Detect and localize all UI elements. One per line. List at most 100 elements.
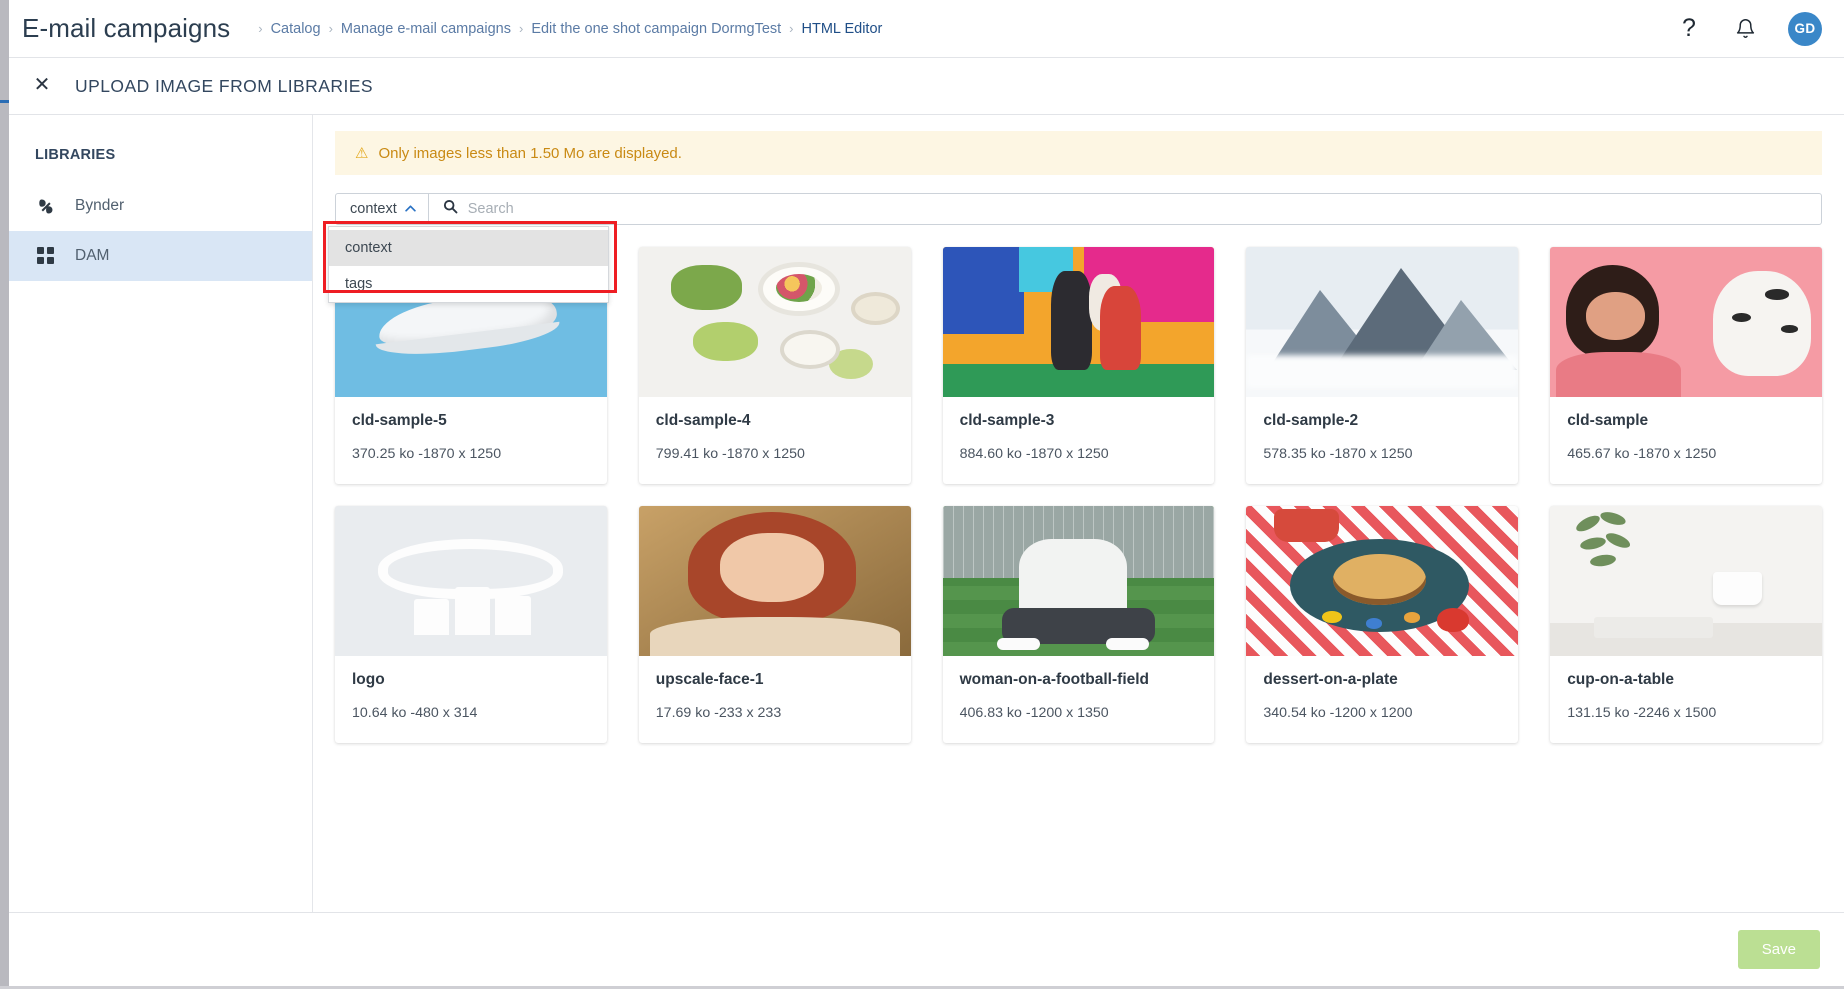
thumbnail-art-dessert: [1246, 505, 1519, 656]
image-thumbnail[interactable]: [942, 505, 1215, 656]
field-option-tags[interactable]: tags: [329, 266, 608, 302]
image-card-body: upscale-face-1 17.69 ko -233 x 233: [639, 656, 911, 743]
sidebar-heading: LIBRARIES: [35, 147, 116, 163]
modal-footer: Save: [9, 912, 1844, 986]
window-scrollbar[interactable]: [0, 0, 9, 989]
image-card[interactable]: cup-on-a-table 131.15 ko -2246 x 1500: [1550, 505, 1822, 743]
image-card[interactable]: cld-sample-4 799.41 ko -1870 x 1250: [638, 247, 911, 484]
thumbnail-art-mountains: [1246, 247, 1519, 397]
thumbnail-art-cup-on-table: [1550, 505, 1822, 656]
image-title: cup-on-a-table: [1567, 670, 1674, 688]
breadcrumb-item-html-editor[interactable]: HTML Editor: [802, 21, 883, 37]
image-card[interactable]: cld-sample 465.67 ko -1870 x 1250: [1550, 247, 1822, 484]
library-content: ⚠ Only images less than 1.50 Mo are disp…: [313, 115, 1844, 912]
close-icon[interactable]: ✕: [31, 75, 53, 97]
image-meta: 10.64 ko -480 x 314: [352, 704, 478, 721]
image-title: cld-sample-5: [352, 412, 447, 429]
save-button[interactable]: Save: [1737, 930, 1820, 969]
image-card-body: woman-on-a-football-field 406.83 ko -120…: [943, 656, 1215, 743]
image-thumbnail[interactable]: [335, 505, 607, 656]
field-option-context[interactable]: context: [329, 230, 608, 266]
breadcrumb-item-manage-campaigns[interactable]: Manage e-mail campaigns: [341, 21, 511, 37]
page-title: E-mail campaigns: [22, 13, 231, 43]
image-thumbnail[interactable]: [638, 247, 911, 397]
image-meta: 340.54 ko -1200 x 1200: [1263, 704, 1413, 721]
warning-triangle-icon: ⚠: [355, 145, 369, 162]
help-icon[interactable]: ?: [1676, 16, 1702, 42]
search-input[interactable]: [467, 201, 1821, 217]
image-card-body: cld-sample 465.67 ko -1870 x 1250: [1550, 397, 1822, 484]
search-field-wrap: [429, 194, 1821, 224]
breadcrumb-item-edit-campaign[interactable]: Edit the one shot campaign DormgTest: [531, 21, 781, 37]
image-card[interactable]: cld-sample-2 578.35 ko -1870 x 1250: [1246, 247, 1519, 484]
sidebar-item-label: Bynder: [75, 197, 125, 214]
image-thumbnail[interactable]: [1246, 505, 1519, 656]
image-thumbnail[interactable]: [638, 505, 911, 656]
sidebar-item-bynder[interactable]: Bynder: [9, 181, 312, 231]
app-window: ⌄ ⌄ E-mail campaigns › Catalog › Manage …: [0, 0, 1844, 989]
breadcrumb-separator: ›: [258, 21, 263, 36]
warning-text: Only images less than 1.50 Mo are displa…: [378, 144, 682, 162]
sidebar-item-dam[interactable]: DAM: [9, 231, 312, 281]
image-meta: 17.69 ko -233 x 233: [655, 704, 782, 721]
field-select-dropdown[interactable]: context tags: [328, 226, 609, 303]
image-title: logo: [352, 670, 385, 688]
breadcrumb-separator: ›: [789, 21, 794, 36]
image-meta: 370.25 ko -1870 x 1250: [352, 445, 502, 462]
image-title: cld-sample: [1567, 412, 1649, 429]
thumbnail-art-breakfast: [638, 247, 911, 397]
modal-header: ✕ UPLOAD IMAGE FROM LIBRARIES: [9, 58, 1844, 115]
search-icon: [443, 199, 458, 219]
avatar[interactable]: GD: [1788, 11, 1822, 46]
image-grid: cld-sample-5 370.25 ko -1870 x 1250 cld-…: [335, 247, 1822, 743]
modal-body: LIBRARIES Bynder DAM ⚠ Only images less …: [9, 115, 1844, 912]
image-title: upscale-face-1: [655, 670, 764, 688]
chevron-up-icon: [405, 204, 416, 215]
size-warning-banner: ⚠ Only images less than 1.50 Mo are disp…: [335, 131, 1822, 175]
topbar-actions: ? GD: [1676, 11, 1844, 46]
image-card-body: cld-sample-4 799.41 ko -1870 x 1250: [639, 397, 911, 484]
modal-title: UPLOAD IMAGE FROM LIBRARIES: [75, 75, 374, 96]
thumbnail-art-portrait: [638, 505, 911, 656]
breadcrumb: › Catalog › Manage e-mail campaigns › Ed…: [250, 21, 882, 37]
image-meta: 131.15 ko -2246 x 1500: [1567, 704, 1717, 721]
bell-glyph: [1736, 19, 1754, 38]
image-card[interactable]: upscale-face-1 17.69 ko -233 x 233: [638, 505, 911, 743]
notifications-bell-icon[interactable]: [1732, 16, 1758, 42]
image-title: cld-sample-3: [959, 412, 1055, 429]
image-card-body: dessert-on-a-plate 340.54 ko -1200 x 120…: [1246, 656, 1518, 743]
breadcrumb-separator: ›: [518, 21, 524, 36]
image-title: dessert-on-a-plate: [1263, 670, 1398, 688]
image-card-body: cld-sample-5 370.25 ko -1870 x 1250: [335, 397, 607, 484]
image-card[interactable]: woman-on-a-football-field 406.83 ko -120…: [942, 505, 1215, 743]
active-tab-indicator: [0, 100, 9, 103]
image-card[interactable]: cld-sample-3 884.60 ko -1870 x 1250: [942, 247, 1215, 484]
image-card[interactable]: logo 10.64 ko -480 x 314: [335, 505, 607, 743]
image-card-body: cup-on-a-table 131.15 ko -2246 x 1500: [1550, 656, 1822, 743]
image-meta: 406.83 ko -1200 x 1350: [959, 704, 1109, 721]
image-meta: 578.35 ko -1870 x 1250: [1263, 445, 1413, 462]
sidebar-item-label: DAM: [75, 247, 110, 264]
image-thumbnail[interactable]: [1550, 505, 1822, 656]
top-bar: E-mail campaigns › Catalog › Manage e-ma…: [9, 0, 1844, 58]
image-title: cld-sample-4: [655, 412, 751, 429]
image-thumbnail[interactable]: [942, 247, 1215, 397]
image-meta: 884.60 ko -1870 x 1250: [959, 445, 1109, 462]
image-meta: 465.67 ko -1870 x 1250: [1567, 445, 1717, 462]
image-card-body: logo 10.64 ko -480 x 314: [335, 656, 607, 743]
thumbnail-art-woman-dog: [1550, 247, 1822, 397]
image-title: woman-on-a-football-field: [959, 670, 1150, 688]
search-bar: context: [335, 193, 1822, 225]
breadcrumb-item-catalog[interactable]: Catalog: [271, 21, 321, 37]
image-title: cld-sample-2: [1263, 412, 1359, 429]
thumbnail-art-basketball: [942, 247, 1215, 397]
image-thumbnail[interactable]: [1550, 247, 1822, 397]
grid-squares-icon: [35, 245, 57, 267]
image-card[interactable]: dessert-on-a-plate 340.54 ko -1200 x 120…: [1246, 505, 1519, 743]
image-thumbnail[interactable]: [1246, 247, 1519, 397]
search-row: context Search context tags: [323, 193, 1822, 303]
breadcrumb-separator: ›: [328, 21, 333, 36]
field-select-trigger[interactable]: context: [336, 194, 429, 224]
thumbnail-art-football-field: [942, 505, 1215, 656]
scrollbar-thumb[interactable]: [0, 0, 9, 989]
